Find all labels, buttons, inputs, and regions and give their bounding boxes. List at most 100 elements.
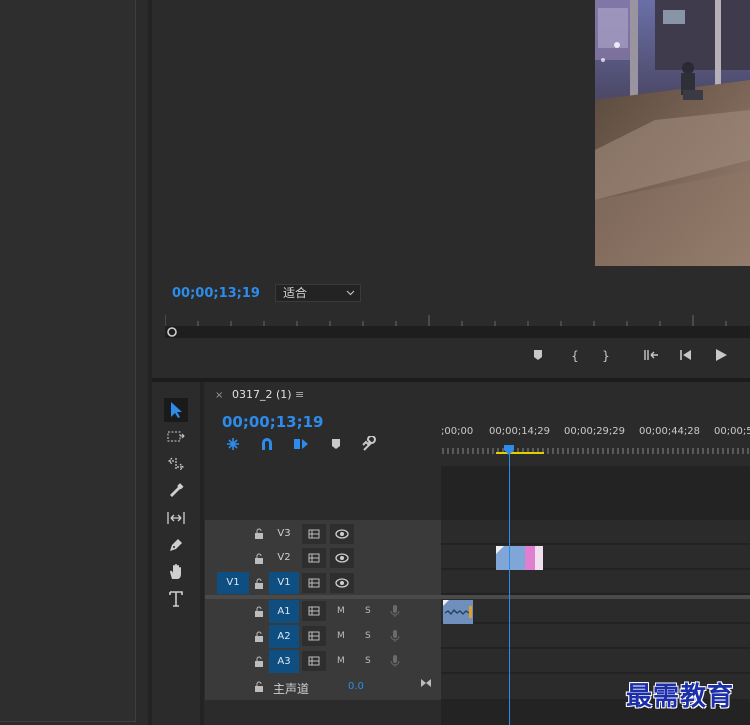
track-visibility-button[interactable] (330, 573, 354, 593)
type-tool-button[interactable] (164, 587, 188, 611)
track-lane-v1[interactable] (441, 570, 750, 594)
eye-icon (335, 529, 349, 539)
lock-icon[interactable] (254, 528, 264, 539)
source-patch-v1[interactable]: V1 (217, 572, 249, 594)
go-to-end-icon[interactable] (420, 677, 432, 689)
mute-button[interactable]: M (337, 656, 345, 666)
microphone-icon[interactable] (390, 604, 400, 618)
sync-lock-button[interactable] (302, 601, 326, 621)
mark-out-button[interactable]: } (598, 348, 614, 364)
master-volume-value[interactable]: 0.0 (348, 681, 364, 692)
hand-tool-button[interactable] (164, 560, 188, 584)
ruler-label: ;00;00 (441, 426, 474, 437)
sequence-tab[interactable]: 0317_2 (1) (232, 388, 292, 401)
track-label-v2[interactable]: V2 (269, 548, 299, 568)
ruler-label: 00;00;5 (714, 426, 750, 437)
fit-dropdown-value: 适合 (283, 286, 308, 300)
transition-clip[interactable] (525, 546, 535, 570)
ruler-label: 00;00;14;29 (489, 426, 551, 437)
program-scrub-bar[interactable] (165, 326, 750, 338)
step-back-button[interactable] (678, 348, 694, 364)
sync-lock-button[interactable] (302, 524, 326, 544)
fit-dropdown[interactable]: 适合 (275, 284, 361, 302)
tab-menu-icon[interactable]: ≡ (295, 388, 304, 401)
track-lane-v3[interactable] (441, 520, 750, 544)
track-label-a2[interactable]: A2 (269, 625, 299, 648)
sync-lock-button[interactable] (302, 548, 326, 568)
slip-tool-button[interactable] (164, 506, 188, 530)
eye-icon (335, 553, 349, 563)
lock-icon[interactable] (254, 656, 264, 667)
playhead-handle-icon[interactable] (165, 326, 185, 338)
nest-toggle-button[interactable] (225, 436, 241, 452)
play-button[interactable] (713, 348, 729, 364)
microphone-icon[interactable] (390, 654, 400, 668)
film-icon (308, 553, 320, 563)
playhead-line[interactable] (509, 448, 510, 725)
project-panel (0, 0, 148, 725)
pen-tool-button[interactable] (164, 533, 188, 557)
track-label-a1[interactable]: A1 (269, 600, 299, 623)
microphone-icon[interactable] (390, 629, 400, 643)
timeline-ruler[interactable] (441, 440, 750, 456)
audio-clip[interactable] (443, 600, 473, 624)
mute-button[interactable]: M (337, 631, 345, 641)
track-lane-a1[interactable] (441, 599, 750, 623)
linked-selection-button[interactable] (293, 436, 309, 452)
solo-button[interactable]: S (365, 606, 371, 616)
marker-icon (332, 439, 340, 449)
lock-icon[interactable] (254, 578, 264, 589)
track-label-v1[interactable]: V1 (269, 572, 299, 594)
track-select-tool-button[interactable] (164, 425, 188, 449)
add-marker-timeline-button[interactable] (328, 436, 344, 452)
track-label-a3[interactable]: A3 (269, 650, 299, 673)
track-lane-v2[interactable] (441, 545, 750, 569)
program-timecode[interactable]: 00;00;13;19 (172, 286, 260, 301)
track-lane-a2[interactable] (441, 624, 750, 648)
track-visibility-button[interactable] (330, 548, 354, 568)
play-icon (716, 349, 727, 361)
razor-tool-button[interactable] (164, 479, 188, 503)
header-separator (205, 595, 441, 599)
track-visibility-button[interactable] (330, 524, 354, 544)
ruler-label: 00;00;29;29 (564, 426, 626, 437)
snap-button[interactable] (259, 436, 275, 452)
close-tab-button[interactable]: × (215, 390, 223, 401)
timeline-settings-button[interactable] (361, 436, 377, 452)
lock-icon[interactable] (254, 631, 264, 642)
project-panel-content (0, 0, 136, 722)
selection-tool-button[interactable] (164, 398, 188, 422)
go-to-in-icon (644, 350, 658, 360)
sync-lock-button[interactable] (302, 651, 326, 671)
solo-button[interactable]: S (365, 656, 371, 666)
pen-tool-icon (170, 539, 182, 551)
track-lane-a3[interactable] (441, 649, 750, 673)
video-clip-end[interactable] (535, 546, 543, 570)
slip-tool-icon (167, 512, 185, 524)
video-clip[interactable] (496, 546, 525, 570)
linked-selection-icon (294, 439, 308, 449)
sync-lock-button[interactable] (302, 573, 326, 593)
add-marker-button[interactable] (530, 348, 546, 364)
mark-in-button[interactable]: { (567, 348, 583, 364)
film-icon (308, 578, 320, 588)
film-icon (308, 529, 320, 539)
step-back-icon (680, 350, 691, 360)
film-icon (308, 656, 320, 666)
track-label-v3[interactable]: V3 (269, 524, 299, 544)
timeline-timecode[interactable]: 00;00;13;19 (222, 413, 324, 431)
go-to-in-button[interactable] (643, 348, 659, 364)
lock-icon[interactable] (254, 606, 264, 617)
solo-button[interactable]: S (365, 631, 371, 641)
lock-icon[interactable] (254, 681, 264, 692)
ripple-edit-tool-button[interactable] (164, 452, 188, 476)
mute-button[interactable]: M (337, 606, 345, 616)
lock-icon[interactable] (254, 553, 264, 564)
hand-tool-icon (170, 564, 181, 579)
watermark-logo: 最需教育 (626, 682, 735, 712)
film-icon (308, 606, 320, 616)
razor-tool-icon (170, 483, 184, 497)
ruler-label: 00;00;44;28 (639, 426, 701, 437)
sync-lock-button[interactable] (302, 626, 326, 646)
wrench-icon (362, 436, 376, 451)
